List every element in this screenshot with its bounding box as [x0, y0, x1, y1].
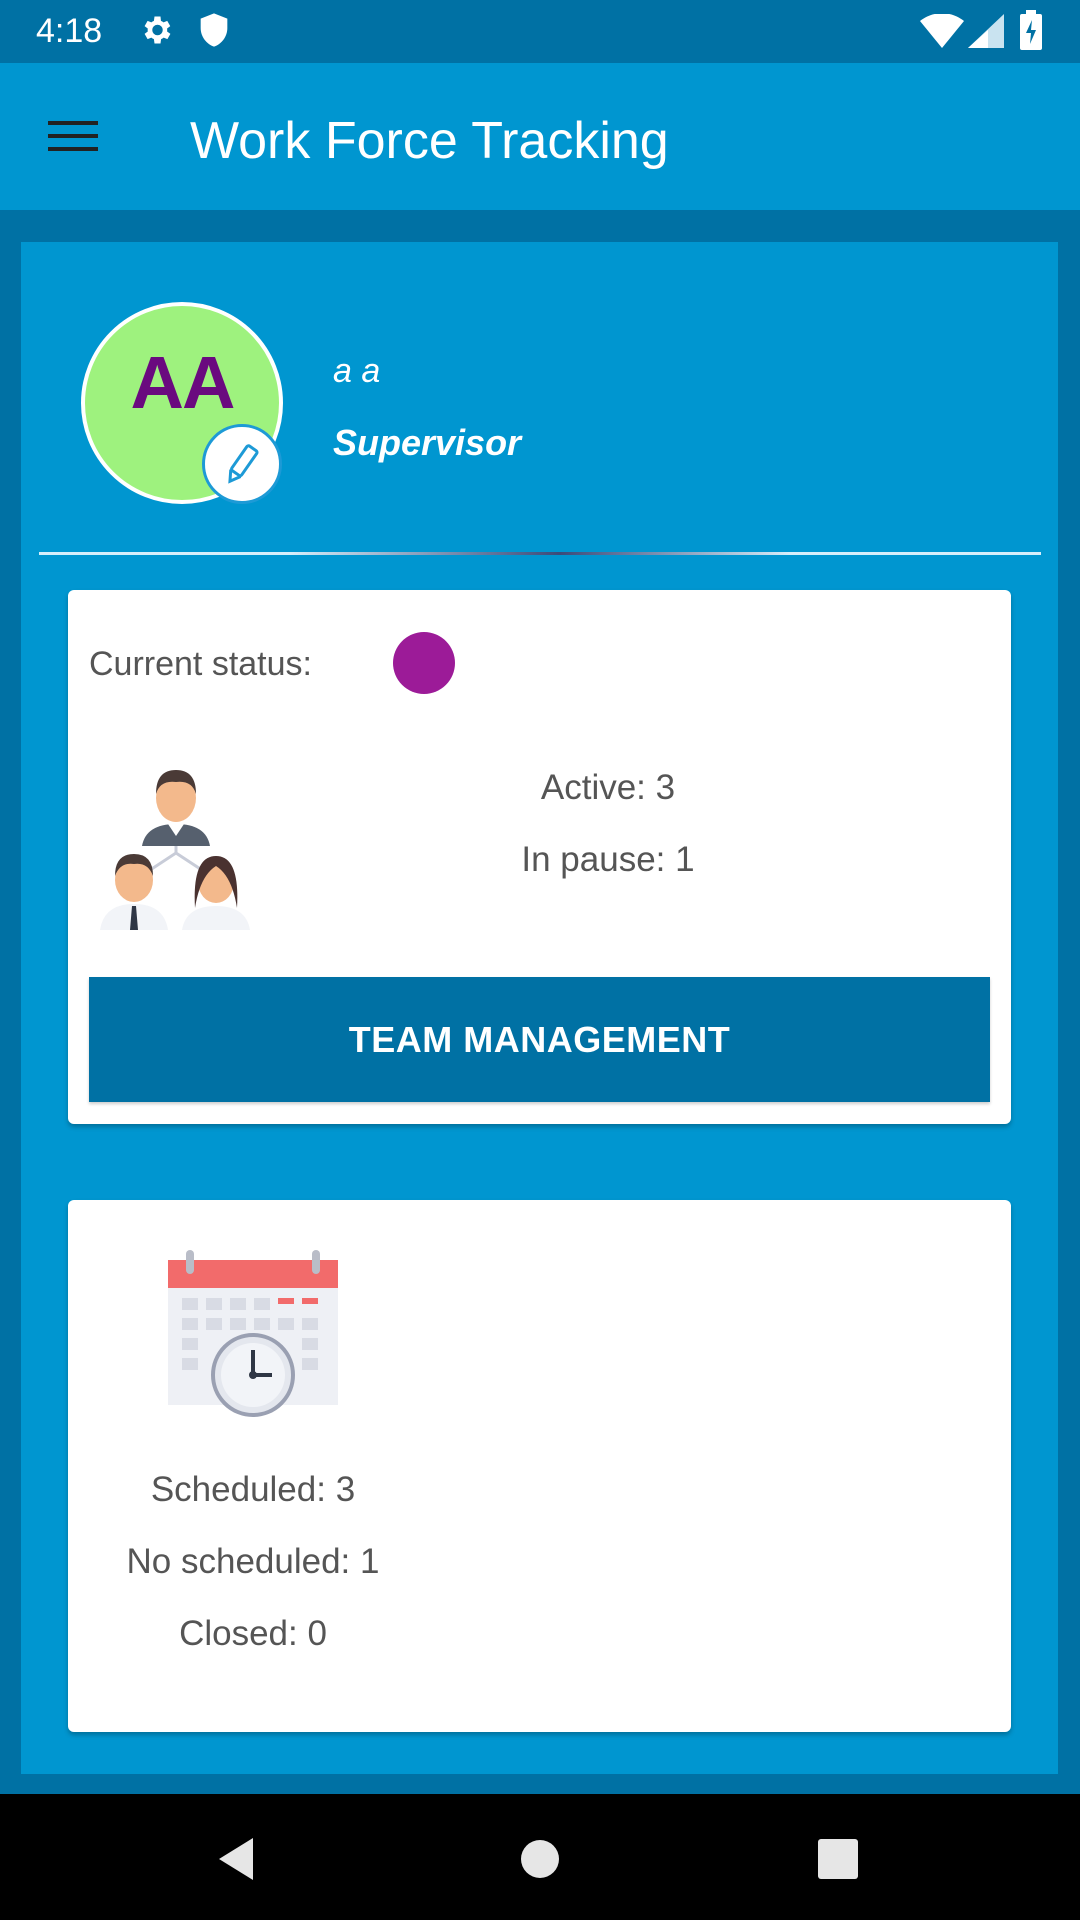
app-bar: Work Force Tracking — [0, 63, 1080, 210]
team-management-button[interactable]: TEAM MANAGEMENT — [89, 977, 990, 1102]
hamburger-menu-icon — [48, 121, 98, 151]
current-status-label: Current status: — [89, 645, 312, 683]
divider — [39, 552, 1041, 555]
team-icon — [96, 758, 256, 930]
recents-icon — [818, 1839, 858, 1879]
user-role: Supervisor — [333, 422, 522, 463]
no-scheduled-count: No scheduled: 1 — [126, 1542, 380, 1581]
schedule-card: Scheduled: 3 No scheduled: 1 Closed: 0 — [68, 1200, 1011, 1732]
team-status-card: Current status: Active: 3 In pause: 1 TE… — [68, 590, 1011, 1124]
edit-profile-button[interactable] — [202, 424, 282, 504]
status-indicator — [393, 632, 455, 694]
avatar-initials: AA — [130, 341, 236, 424]
settings-icon — [138, 12, 174, 53]
home-button[interactable] — [505, 1824, 575, 1894]
app-title: Work Force Tracking — [190, 112, 669, 170]
signal-icon — [968, 14, 1004, 53]
wifi-icon — [920, 13, 964, 53]
status-time: 4:18 — [36, 12, 103, 50]
scheduled-count: Scheduled: 3 — [150, 1470, 356, 1509]
main-content: AA a a Supervisor Current status: Active… — [0, 210, 1080, 1794]
menu-button[interactable] — [36, 103, 110, 169]
home-icon — [521, 1840, 559, 1878]
recents-button[interactable] — [803, 1824, 873, 1894]
shield-icon — [198, 12, 230, 53]
in-pause-count: In pause: 1 — [521, 840, 695, 879]
dashboard-panel: AA a a Supervisor Current status: Active… — [21, 242, 1058, 1774]
status-bar: 4:18 — [0, 0, 1080, 63]
back-icon — [219, 1838, 253, 1880]
active-count: Active: 3 — [540, 768, 676, 807]
battery-icon — [1020, 10, 1042, 55]
pencil-icon — [228, 444, 259, 484]
calendar-clock-icon — [168, 1250, 338, 1420]
closed-count: Closed: 0 — [179, 1614, 327, 1653]
navigation-bar — [0, 1794, 1080, 1920]
back-button[interactable] — [203, 1824, 273, 1894]
user-name: a a — [333, 352, 381, 390]
